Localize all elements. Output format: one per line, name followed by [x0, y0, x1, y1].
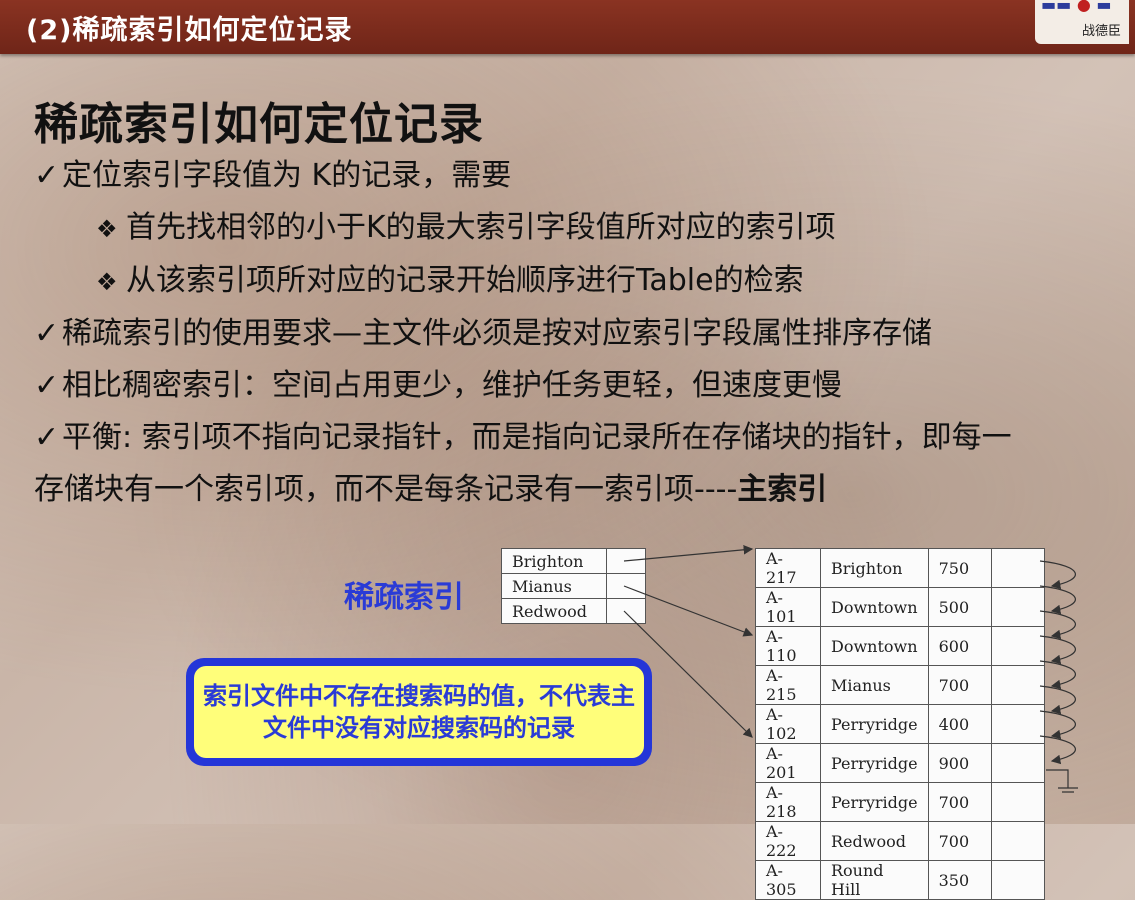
bullet-item: ✓平衡: 索引项不指向记录指针，而是指向记录所在存储块的指针，即每一 [34, 412, 1124, 464]
callout-box: 索引文件中不存在搜索码的值，不代表主文件中没有对应搜索码的记录 [186, 658, 652, 766]
chain-arrow [1039, 660, 1076, 690]
table-row: A-222 Redwood 700 [755, 821, 1045, 861]
chain-arrow [1039, 635, 1076, 665]
primary-index-term: 主索引 [737, 472, 828, 507]
chain-arrow [1039, 710, 1076, 740]
table-row: A-101 Downtown 500 [755, 587, 1045, 627]
logo: ▬▬ ● ▬ 战德臣 [1035, 0, 1129, 44]
chain-arrow [1039, 610, 1076, 640]
table-row: A-218 Perryridge 700 [755, 782, 1045, 822]
chain-arrow [1039, 735, 1076, 765]
sub-bullet-item: ❖ 从该索引项所对应的记录开始顺序进行Table的检索 [34, 255, 1124, 308]
index-key: Redwood [501, 598, 607, 624]
table-row: A-201 Perryridge 900 [755, 743, 1045, 783]
record-pointer [990, 704, 1045, 744]
header-title: (2)稀疏索引如何定位记录 [26, 15, 353, 46]
record-pointer [990, 743, 1045, 783]
chain-arrow [1039, 685, 1076, 715]
chain-arrow [1039, 585, 1076, 615]
bullet-item: ✓稀疏索引的使用要求—主文件必须是按对应索引字段属性排序存储 [34, 308, 1124, 360]
index-file-table: Brighton Mianus Redwood [501, 548, 646, 624]
logo-mark: ▬▬ ● ▬ [1041, 0, 1112, 14]
record-pointer [990, 548, 1045, 588]
table-row: Redwood [501, 598, 646, 624]
bullet-item: ✓相比稠密索引：空间占用更少，维护任务更轻，但速度更慢 [34, 360, 1124, 412]
bullet-item-continuation: 存储块有一个索引项，而不是每条记录有一索引项----主索引 [34, 472, 828, 507]
record-pointer [990, 821, 1045, 861]
index-key: Mianus [501, 573, 607, 599]
index-key: Brighton [501, 548, 607, 574]
null-terminator-icon [1046, 769, 1078, 793]
diamond-bullet-icon: ❖ [96, 268, 118, 296]
bullet-item: ✓定位索引字段值为 K的记录，需要 [34, 150, 1124, 202]
record-pointer [990, 860, 1045, 900]
header-bar: (2)稀疏索引如何定位记录 ▬▬ ● ▬ 战德臣 [0, 0, 1135, 54]
logo-text: 战德臣 [1081, 24, 1121, 39]
index-pointer [606, 548, 646, 574]
table-row: A-217 Brighton 750 [755, 548, 1045, 588]
table-row: A-110 Downtown 600 [755, 626, 1045, 666]
index-pointer [606, 598, 646, 624]
sparse-index-label: 稀疏索引 [344, 580, 464, 615]
table-row: Brighton [501, 548, 646, 574]
checkmark-icon: ✓ [34, 368, 60, 403]
callout-text: 索引文件中不存在搜索码的值，不代表主文件中没有对应搜索码的记录 [194, 666, 644, 758]
record-pointer [990, 665, 1045, 705]
record-pointer [990, 587, 1045, 627]
record-pointer [990, 782, 1045, 822]
bullet-list: ✓定位索引字段值为 K的记录，需要 ❖ 首先找相邻的小于K的最大索引字段值所对应的… [34, 150, 1124, 516]
table-row: A-305 Round Hill 350 [755, 860, 1045, 900]
page-title: 稀疏索引如何定位记录 [34, 99, 484, 150]
table-row: A-215 Mianus 700 [755, 665, 1045, 705]
diamond-bullet-icon: ❖ [96, 215, 118, 243]
checkmark-icon: ✓ [34, 316, 60, 351]
record-pointer [990, 626, 1045, 666]
checkmark-icon: ✓ [34, 420, 60, 455]
index-pointer [606, 573, 646, 599]
chain-arrow [1039, 560, 1076, 590]
sub-bullet-item: ❖ 首先找相邻的小于K的最大索引字段值所对应的索引项 [34, 202, 1124, 255]
table-row: Mianus [501, 573, 646, 599]
table-row: A-102 Perryridge 400 [755, 704, 1045, 744]
main-file-table: A-217 Brighton 750 A-101 Downtown 500 A-110 D… [755, 548, 1045, 900]
checkmark-icon: ✓ [34, 158, 60, 193]
